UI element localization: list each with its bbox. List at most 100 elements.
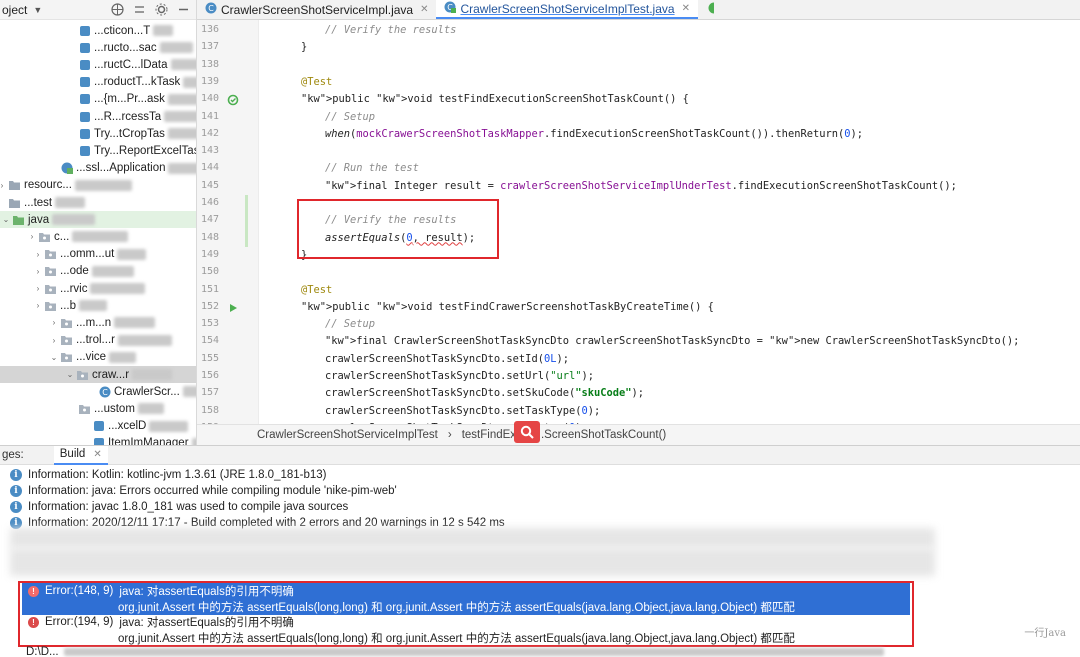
tree-item-label: ItemImManager <box>108 437 189 445</box>
tree-item[interactable]: › ...rvic <box>32 280 146 297</box>
tree-item[interactable]: ⌄ ...vice <box>48 349 137 366</box>
class-icon <box>78 93 91 106</box>
code-line[interactable]: assertEquals(0, result); <box>277 230 475 247</box>
code-line[interactable]: @Test <box>277 282 332 299</box>
tree-item[interactable]: ...test <box>0 194 86 211</box>
code-line[interactable]: // Setup <box>277 109 375 126</box>
tree-item[interactable]: › ...ode <box>32 263 135 280</box>
error-message[interactable]: ! Error:(194, 9) java: 对assertEquals的引用不明确… <box>22 614 910 646</box>
info-message[interactable]: i Information: Kotlin: kotlinc-jvm 1.3.61… <box>10 469 327 481</box>
tree-item[interactable]: ItemImManager <box>80 435 196 445</box>
tree-item[interactable]: ...xcelD <box>80 418 189 435</box>
search-icon[interactable] <box>514 421 540 443</box>
project-title[interactable]: oject <box>2 3 27 17</box>
breadcrumb-method[interactable]: testFindExecu...ScreenShotTaskCount() <box>462 429 667 441</box>
tab-build[interactable]: Build ✕ <box>53 445 108 465</box>
chevron-icon[interactable]: › <box>48 336 60 345</box>
error-message[interactable]: ! Error:(148, 9) java: 对assertEquals的引用不明确… <box>22 583 910 615</box>
code-editor[interactable]: C CrawlerScreenShotServiceImpl.java ✕ C … <box>197 0 1080 445</box>
code-line[interactable]: "kw">public "kw">void testFindExecutionS… <box>277 91 689 108</box>
error-icon: ! <box>28 616 39 628</box>
package-icon <box>44 265 57 278</box>
tree-item-label: ...R...rcessTa <box>94 110 162 123</box>
tab-service-impl-test[interactable]: C CrawlerScreenShotServiceImplTest.java … <box>436 0 698 19</box>
tab-overflow[interactable] <box>698 0 722 19</box>
tree-item[interactable]: ...roductT...kTask <box>66 74 196 91</box>
tree-item[interactable]: ⌄ craw...r <box>0 366 196 383</box>
code-text: "kw">final Integer result = crawlerScree… <box>325 179 957 192</box>
tree-item[interactable]: › c... <box>26 228 129 245</box>
tree-item[interactable]: ...ssl...Application <box>48 160 196 177</box>
code-area[interactable]: // Verify the results} @Test "kw">public "… <box>259 20 1080 425</box>
error-detail: org.junit.Assert 中的方法 assertEquals(long,… <box>118 633 795 645</box>
line-number: 137 <box>200 41 219 53</box>
line-number: 145 <box>200 179 219 191</box>
run-test-icon[interactable] <box>227 302 239 314</box>
code-line[interactable]: crawlerScreenShotTaskSyncDto.setId(0L); <box>277 351 569 368</box>
chevron-icon[interactable]: › <box>48 318 60 327</box>
error-icon: ! <box>28 585 39 597</box>
chevron-icon[interactable]: › <box>32 284 44 293</box>
code-line[interactable]: crawlerScreenShotTaskSyncDto.setSkuCode(… <box>277 385 644 402</box>
collapse-icon[interactable] <box>132 3 146 17</box>
code-text: @Test <box>301 75 333 88</box>
tree-item[interactable]: Try...ReportExcelTas <box>66 142 196 159</box>
tool-window-title: ges: <box>2 449 24 461</box>
code-line[interactable]: "kw">final Integer result = crawlerScree… <box>277 178 957 195</box>
tree-item[interactable]: ⌄ java <box>0 211 196 229</box>
tree-item[interactable]: ...R...rcessTa <box>66 108 196 125</box>
code-line[interactable]: // Verify the results <box>277 212 456 229</box>
code-line[interactable]: crawlerScreenShotTaskSyncDto.setUrl("url… <box>277 368 594 385</box>
chevron-icon[interactable]: › <box>32 301 44 310</box>
tree-item[interactable]: › ...b <box>32 297 108 314</box>
tree-item[interactable]: ...cticon...T <box>66 22 174 39</box>
tree-item[interactable]: C CrawlerScr... <box>86 383 196 400</box>
breadcrumb-class[interactable]: CrawlerScreenShotServiceImplTest <box>257 429 438 441</box>
close-icon[interactable]: ✕ <box>93 449 101 460</box>
tab-service-impl[interactable]: C CrawlerScreenShotServiceImpl.java ✕ <box>197 0 436 19</box>
settings-icon[interactable] <box>154 3 168 17</box>
code-line[interactable]: "kw">public "kw">void testFindCrawerScre… <box>277 299 714 316</box>
tree-item[interactable]: ...ructo...sac <box>66 39 194 56</box>
code-line[interactable]: // Setup <box>277 316 375 333</box>
svg-text:C: C <box>208 4 214 13</box>
info-message[interactable]: i Information: java: Errors occurred whil… <box>10 485 397 497</box>
line-number: 140 <box>200 93 219 105</box>
info-message[interactable]: i Information: javac 1.8.0_181 was used t… <box>10 501 348 513</box>
chevron-icon[interactable]: › <box>26 232 38 241</box>
code-line[interactable]: @Test <box>277 74 332 91</box>
chevron-icon[interactable]: ⌄ <box>0 215 12 224</box>
tree-item[interactable]: ...{m...Pr...ask <box>66 91 196 108</box>
folder-icon <box>8 179 21 192</box>
close-icon[interactable]: ✕ <box>420 4 428 15</box>
tree-item[interactable]: › ...m...n <box>48 314 156 331</box>
globe-icon[interactable] <box>110 3 124 17</box>
chevron-icon[interactable]: › <box>32 267 44 276</box>
chevron-icon[interactable]: ⌄ <box>48 353 60 362</box>
tree-item[interactable]: › ...omm...ut <box>32 246 147 263</box>
chevron-icon[interactable]: › <box>32 250 44 259</box>
code-text: crawlerScreenShotTaskSyncDto.setSkuCode(… <box>325 387 645 400</box>
tree-item[interactable]: ...ustom <box>66 400 165 417</box>
tree-item-label: ...ssl...Application <box>76 162 166 175</box>
code-line[interactable]: "kw">final CrawlerScreenShotTaskSyncDto … <box>277 333 1019 350</box>
code-line[interactable]: } <box>277 39 307 56</box>
tree-item[interactable]: Try...tCropTas <box>66 125 196 142</box>
code-text: } <box>301 248 308 261</box>
chevron-icon[interactable]: ⌄ <box>64 370 76 379</box>
chevron-icon[interactable]: › <box>0 181 8 190</box>
tree-item[interactable]: › resourc... <box>0 177 133 194</box>
run-test-passed-icon[interactable] <box>227 94 239 106</box>
code-line[interactable]: when(mockCrawerScreenShotTaskMapper.find… <box>277 126 863 143</box>
package-icon <box>76 368 89 381</box>
code-text: "kw">public "kw">void testFindExecutionS… <box>301 93 689 106</box>
code-line[interactable]: } <box>277 247 307 264</box>
caret-down-icon[interactable]: ▼ <box>33 5 42 15</box>
code-line[interactable]: // Verify the results <box>277 22 456 39</box>
hide-icon[interactable] <box>176 3 190 17</box>
code-line[interactable]: // Run the test <box>277 160 419 177</box>
tree-item[interactable]: › ...trol...r <box>48 332 173 349</box>
code-line[interactable]: crawlerScreenShotTaskSyncDto.setTaskType… <box>277 403 600 420</box>
close-icon[interactable]: ✕ <box>682 3 690 14</box>
tree-item[interactable]: ...ructC...lData <box>66 56 196 73</box>
